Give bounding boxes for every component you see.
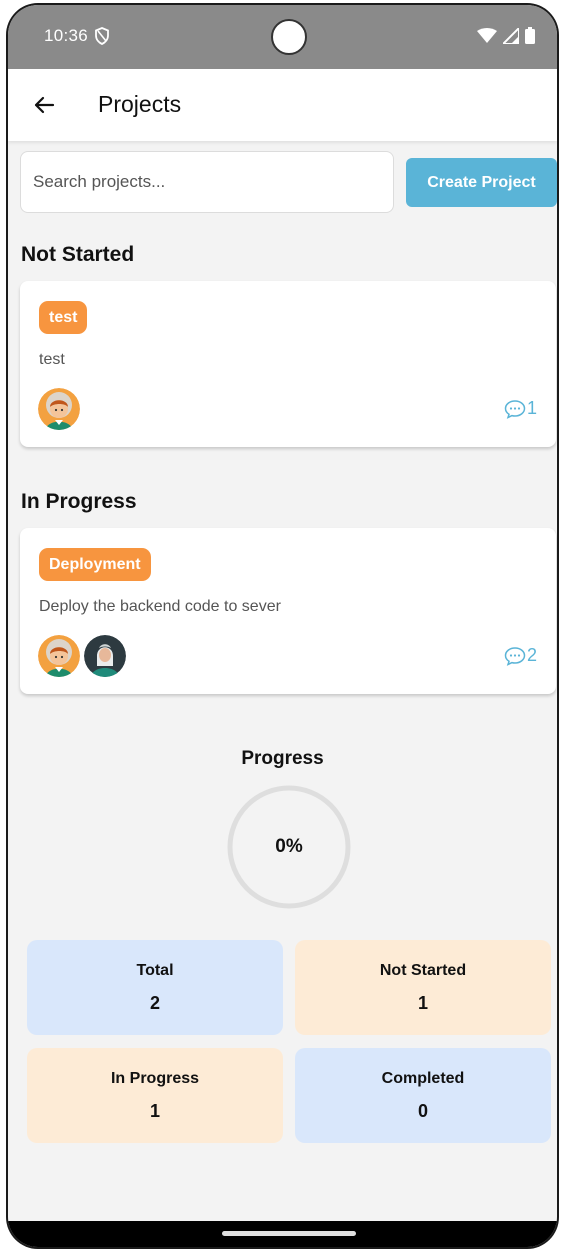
stat-label: Not Started [379,962,467,979]
project-description: Deploy the backend code to sever [39,598,281,615]
page-title: Projects [98,91,182,117]
comment-icon [504,646,526,666]
app-bar: Projects [8,69,557,141]
comments-count[interactable]: 2 [504,645,537,666]
project-card[interactable]: Deployment Deploy the backend code to se… [20,528,556,694]
stat-value: 1 [417,993,428,1013]
member-avatars [38,388,84,430]
camera-cutout [271,19,307,55]
section-title-not-started: Not Started [21,243,135,266]
stat-label: In Progress [110,1070,200,1087]
stat-card-total: Total 2 [27,940,283,1035]
stat-value: 1 [149,1101,160,1121]
project-tag: Deployment [39,548,151,581]
project-card[interactable]: test test 1 [20,281,556,447]
progress-title: Progress [241,748,324,769]
search-input[interactable] [20,151,394,213]
stat-card-in-progress: In Progress 1 [27,1048,283,1143]
member-avatars [38,635,130,677]
progress-value: 0% [275,836,303,857]
phone-screen: 10:36 Projects Create [8,5,557,1247]
arrow-left-icon [34,96,55,114]
shield-icon [95,27,109,45]
comment-icon [504,399,526,419]
signal-icon [503,27,519,44]
project-tag: test [39,301,88,334]
comments-count-value: 2 [526,645,537,665]
stat-label: Completed [381,1070,465,1087]
status-time: 10:36 [44,26,89,45]
project-description: test [39,351,65,368]
boy-avatar-icon [38,635,80,677]
home-gesture-handle[interactable] [222,1231,356,1236]
stat-label: Total [136,962,174,979]
section-title-in-progress: In Progress [21,490,137,513]
battery-icon [525,27,535,44]
comments-count-value: 1 [526,398,537,418]
status-bar: 10:36 [8,5,557,69]
stat-card-not-started: Not Started 1 [295,940,551,1035]
boy-avatar-icon [38,388,80,430]
stat-card-completed: Completed 0 [295,1048,551,1143]
wifi-icon [477,27,497,43]
woman-avatar-icon [84,635,126,677]
status-icons [477,27,535,44]
navigation-bar [8,1221,557,1247]
stat-value: 0 [417,1101,428,1121]
stat-value: 2 [149,993,160,1013]
comments-count[interactable]: 1 [504,398,537,419]
back-button[interactable] [28,89,60,121]
create-project-button[interactable]: Create Project [406,158,557,207]
